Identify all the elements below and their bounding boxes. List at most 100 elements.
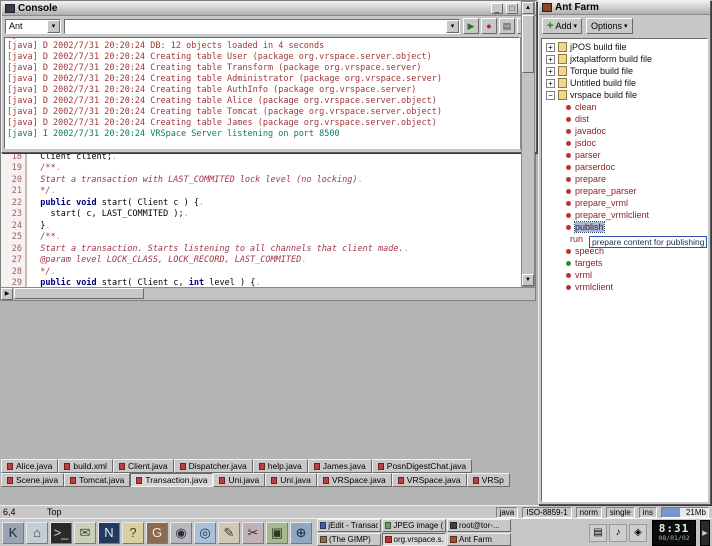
run-button[interactable]: ▶ [463, 18, 479, 34]
ant-farm-titlebar[interactable]: Ant Farm [539, 1, 710, 15]
chevron-down-icon[interactable]: ▾ [446, 20, 459, 33]
options-button[interactable]: Options ▾ [586, 18, 633, 34]
console-titlebar[interactable]: Console _ □ × [2, 2, 536, 16]
tree-build-file[interactable]: +jxtaplatform build file [544, 53, 707, 65]
ant-tree[interactable]: +jPOS build file+jxtaplatform build file… [541, 38, 708, 502]
buffer-tab[interactable]: Uni.java [213, 473, 265, 487]
buffer-tab[interactable]: Uni.java [265, 473, 317, 487]
editor-horizontal-scrollbar[interactable]: ◀ ▶ [1, 287, 535, 300]
tree-target[interactable]: runprepare content for publishing [544, 233, 707, 245]
buffer-tab[interactable]: James.java [308, 459, 372, 473]
clipboard-icon[interactable]: ▤ [589, 524, 607, 542]
tree-target[interactable]: prepare_vrmlclient [544, 209, 707, 221]
console-command-combo[interactable]: ▾ [64, 19, 460, 34]
buffer-tab-label: Tomcat.java [79, 475, 124, 485]
file-icon [7, 463, 13, 470]
tree-expander-icon[interactable]: − [546, 91, 555, 100]
gimp-icon[interactable]: G [146, 522, 168, 544]
task-button[interactable]: org.vrspace.s... [382, 533, 446, 546]
panel-hide-button[interactable]: ▶ [700, 520, 710, 546]
code-token: client [76, 152, 107, 162]
tree-target[interactable]: dist [544, 113, 707, 125]
mail-icon[interactable]: ✉ [74, 522, 96, 544]
tree-target[interactable]: publish [544, 221, 707, 233]
magnifier-icon[interactable]: ◎ [194, 522, 216, 544]
buffer-tab[interactable]: VRSpace.java [317, 473, 392, 487]
buffer-tab[interactable]: VRSp [467, 473, 510, 487]
memory-gauge[interactable]: 21Mb [661, 507, 709, 518]
console-shell-value: Ant [6, 21, 47, 31]
buffer-tab[interactable]: Alice.java [1, 459, 58, 473]
tree-build-file[interactable]: +Torque build file [544, 65, 707, 77]
editor-hscrollbar-thumb[interactable] [14, 288, 144, 299]
buffer-tab[interactable]: Client.java [113, 459, 174, 473]
tree-target[interactable]: jsdoc [544, 137, 707, 149]
camera-icon[interactable]: ◉ [170, 522, 192, 544]
tree-expander-icon[interactable]: + [546, 55, 555, 64]
tree-expander-icon[interactable]: + [546, 67, 555, 76]
tree-target[interactable]: vrml [544, 269, 707, 281]
eol-marker-icon: . [199, 198, 204, 208]
task-button[interactable]: root@tor-... [447, 519, 511, 532]
scissors-icon[interactable]: ✂ [242, 522, 264, 544]
terminal-icon[interactable]: >_ [50, 522, 72, 544]
target-bullet-icon [566, 225, 571, 230]
code-line: */. [30, 186, 521, 198]
tree-target[interactable]: parser [544, 149, 707, 161]
console-line: [java] I 2002/7/31 20:20:24 VRSpace Serv… [7, 129, 519, 140]
scroll-up-icon[interactable]: ▲ [522, 2, 534, 14]
tree-target[interactable]: parserdoc [544, 161, 707, 173]
eol-marker-icon: . [404, 244, 409, 254]
buffer-tab[interactable]: Dispatcher.java [174, 459, 253, 473]
k-menu-icon[interactable]: K [2, 522, 24, 544]
buffer-tab[interactable]: PosnDigestChat.java [372, 459, 472, 473]
browser-icon[interactable]: N [98, 522, 120, 544]
task-button[interactable]: (The GIMP) [317, 533, 381, 546]
tree-expander-icon[interactable]: + [546, 43, 555, 52]
tree-target[interactable]: targets [544, 257, 707, 269]
eol-marker-icon: . [56, 232, 61, 242]
sound-icon[interactable]: ♪ [609, 524, 627, 542]
tree-target[interactable]: vrmlclient [544, 281, 707, 293]
globe-icon[interactable]: ⊕ [290, 522, 312, 544]
tree-build-file[interactable]: +jPOS build file [544, 41, 707, 53]
applet-icon[interactable]: ◈ [629, 524, 647, 542]
memory-label: 21Mb [662, 508, 708, 517]
console-maximize-button[interactable]: □ [506, 3, 518, 14]
tree-expander-icon[interactable]: + [546, 79, 555, 88]
buffer-tab[interactable]: build.xml [58, 459, 113, 473]
buffer-tab[interactable]: Tomcat.java [64, 473, 130, 487]
stop-button[interactable]: ● [481, 18, 497, 34]
scroll-down-icon[interactable]: ▼ [522, 274, 534, 286]
buffer-tab[interactable]: VRSpace.java [392, 473, 467, 487]
editor-scrollbar-thumb[interactable] [522, 15, 534, 73]
console-command-input[interactable] [65, 20, 446, 32]
edit-mode: java [496, 507, 519, 518]
editor-pen-icon[interactable]: ✎ [218, 522, 240, 544]
tree-target[interactable]: prepare_vrml [544, 197, 707, 209]
console-shell-select[interactable]: Ant ▾ [5, 19, 61, 34]
tree-build-file[interactable]: −vrspace build file [544, 89, 707, 101]
package-icon[interactable]: ▣ [266, 522, 288, 544]
help-icon[interactable]: ? [122, 522, 144, 544]
buffer-tab[interactable]: Transaction.java [130, 473, 213, 487]
console-minimize-button[interactable]: _ [491, 3, 503, 14]
scroll-right-icon[interactable]: ▶ [1, 288, 13, 300]
tree-target[interactable]: clean [544, 101, 707, 113]
add-build-file-button[interactable]: + Add ▾ [542, 18, 582, 34]
tree-target[interactable]: prepare [544, 173, 707, 185]
tree-target[interactable]: javadoc [544, 125, 707, 137]
tree-build-file[interactable]: +Untitled build file [544, 77, 707, 89]
file-icon [271, 477, 277, 484]
show-desktop-icon[interactable]: ⌂ [26, 522, 48, 544]
editor-vertical-scrollbar[interactable]: ▲ ▼ [521, 1, 535, 287]
task-button[interactable]: jEdit - Transac... [317, 519, 381, 532]
taskbar-clock[interactable]: 8:31 08/01/02 [652, 520, 696, 546]
chevron-down-icon[interactable]: ▾ [47, 20, 60, 33]
task-button[interactable]: JPEG image (... [382, 519, 446, 532]
task-button[interactable]: Ant Farm [447, 533, 511, 546]
buffer-tab[interactable]: Scene.java [1, 473, 64, 487]
clear-button[interactable]: ▤ [499, 18, 515, 34]
tree-target[interactable]: prepare_parser [544, 185, 707, 197]
buffer-tab[interactable]: help.java [253, 459, 308, 473]
